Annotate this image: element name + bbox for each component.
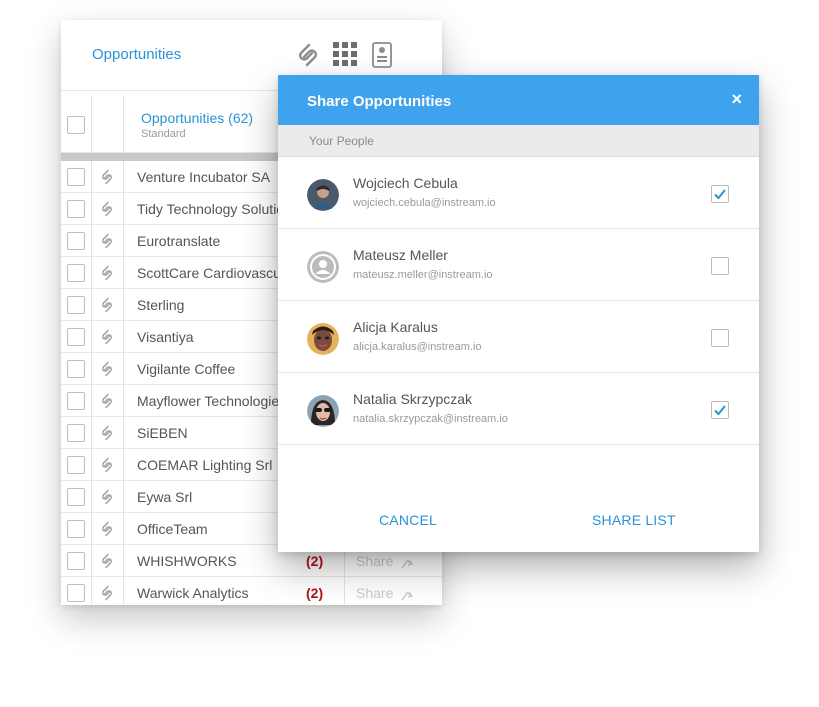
person-name: Natalia Skrzypczak xyxy=(353,391,473,407)
link-icon xyxy=(101,489,113,510)
link-icon xyxy=(101,297,113,318)
person-row[interactable]: Natalia Skrzypczak natalia.skrzypczak@in… xyxy=(278,373,759,445)
link-icon xyxy=(101,329,113,350)
row-checkbox[interactable] xyxy=(67,360,85,378)
row-checkbox[interactable] xyxy=(67,264,85,282)
person-email: natalia.skrzypczak@instream.io xyxy=(353,413,508,425)
contact-card-icon[interactable] xyxy=(372,42,392,73)
row-share-button[interactable]: Share xyxy=(356,553,393,569)
person-name: Alicja Karalus xyxy=(353,319,438,335)
person-row[interactable]: Mateusz Meller mateusz.meller@instream.i… xyxy=(278,229,759,301)
row-checkbox[interactable] xyxy=(67,552,85,570)
cancel-button[interactable]: CANCEL xyxy=(379,512,437,528)
grid-icon[interactable] xyxy=(333,42,357,71)
row-checkbox[interactable] xyxy=(67,296,85,314)
avatar xyxy=(307,323,339,355)
person-row[interactable]: Alicja Karalus alicja.karalus@instream.i… xyxy=(278,301,759,373)
link-icon xyxy=(101,521,113,542)
table-row[interactable]: Warwick Analytics (2) Share xyxy=(61,577,442,605)
person-checkbox[interactable] xyxy=(711,329,729,347)
list-title[interactable]: Opportunities (62) xyxy=(141,110,253,126)
link-icon xyxy=(101,425,113,446)
link-icon xyxy=(101,361,113,382)
share-modal: Share Opportunities × Your People Wojcie… xyxy=(278,75,759,552)
section-label: Your People xyxy=(309,134,374,148)
row-share-button[interactable]: Share xyxy=(356,585,393,601)
avatar xyxy=(307,179,339,211)
share-arrow-icon xyxy=(401,588,414,605)
person-name: Wojciech Cebula xyxy=(353,175,458,191)
person-row[interactable]: Wojciech Cebula wojciech.cebula@instream… xyxy=(278,157,759,229)
link-icon xyxy=(101,265,113,286)
link-icon xyxy=(101,201,113,222)
row-checkbox[interactable] xyxy=(67,328,85,346)
row-checkbox[interactable] xyxy=(67,200,85,218)
user-placeholder-icon xyxy=(307,251,339,283)
row-checkbox[interactable] xyxy=(67,424,85,442)
avatar xyxy=(307,395,339,427)
section-header: Your People xyxy=(278,125,759,157)
row-checkbox[interactable] xyxy=(67,232,85,250)
link-icon xyxy=(101,169,113,190)
modal-header: Share Opportunities × xyxy=(278,75,759,125)
person-name: Mateusz Meller xyxy=(353,247,448,263)
row-checkbox[interactable] xyxy=(67,520,85,538)
select-all-checkbox[interactable] xyxy=(67,116,85,134)
row-checkbox[interactable] xyxy=(67,456,85,474)
share-list-button[interactable]: SHARE LIST xyxy=(592,512,676,528)
panel-title[interactable]: Opportunities xyxy=(92,46,181,63)
link-icon xyxy=(101,585,113,605)
row-checkbox[interactable] xyxy=(67,392,85,410)
person-checkbox[interactable] xyxy=(711,401,729,419)
list-subtitle: Standard xyxy=(141,128,186,140)
checkmark-icon xyxy=(714,405,726,416)
link-icon xyxy=(101,553,113,574)
link-icon[interactable] xyxy=(296,42,320,73)
link-icon xyxy=(101,233,113,254)
share-arrow-icon xyxy=(401,556,414,574)
checkmark-icon xyxy=(714,189,726,200)
link-icon xyxy=(101,457,113,478)
person-email: wojciech.cebula@instream.io xyxy=(353,197,496,209)
row-checkbox[interactable] xyxy=(67,168,85,186)
row-checkbox[interactable] xyxy=(67,584,85,602)
person-checkbox[interactable] xyxy=(711,257,729,275)
person-email: alicja.karalus@instream.io xyxy=(353,341,482,353)
person-checkbox[interactable] xyxy=(711,185,729,203)
row-checkbox[interactable] xyxy=(67,488,85,506)
person-email: mateusz.meller@instream.io xyxy=(353,269,493,281)
close-icon[interactable]: × xyxy=(731,89,742,109)
link-icon xyxy=(101,393,113,414)
row-count: (2) xyxy=(306,585,324,601)
row-count: (2) xyxy=(306,553,324,569)
modal-title: Share Opportunities xyxy=(307,93,452,110)
